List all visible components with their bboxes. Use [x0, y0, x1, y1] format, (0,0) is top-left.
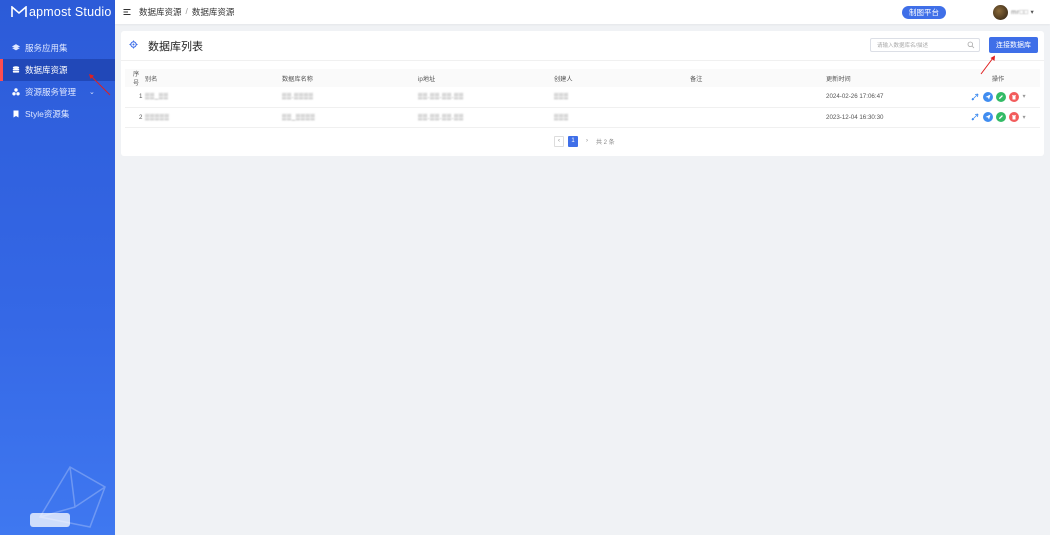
send-icon[interactable] [983, 112, 994, 122]
send-icon[interactable] [983, 91, 994, 102]
logo-m-icon [11, 6, 27, 17]
user-menu[interactable]: mr□□ ▾ [1011, 8, 1034, 17]
col-db-name: 数据库名称 [282, 69, 418, 87]
cell-index: 2 [125, 107, 145, 128]
table-row: 1 ▒▒_▒▒ ▒▒.▒▒▒▒ ▒▒.▒▒.▒▒.▒▒ ▒▒▒ 2024-02-… [125, 87, 1040, 108]
sidebar-blur-block [30, 513, 70, 527]
next-page-button[interactable]: › [582, 136, 592, 147]
sidebar-item-label: 数据库资源 [25, 65, 68, 75]
annotation-arrow [89, 74, 111, 96]
cell-alias: ▒▒▒▒▒ [145, 107, 282, 128]
database-icon [12, 66, 20, 74]
sidebar-item-style-resources[interactable]: Style资源集 [0, 103, 115, 125]
col-alias: 别名 [145, 69, 282, 87]
breadcrumb-item-current: 数据库资源 [191, 7, 235, 17]
search-icon[interactable] [967, 41, 975, 49]
total-count: 共 2 条 [596, 139, 615, 146]
database-table: 序号 别名 数据库名称 ip地址 创建人 备注 更新时间 操作 1 ▒▒_▒▒ … [125, 69, 1040, 128]
cluster-icon [12, 88, 20, 96]
top-bar: 数据库资源 / 数据库资源 制图平台 mr□□ ▾ [115, 0, 1050, 24]
sidebar-item-label: Style资源集 [25, 109, 70, 119]
breadcrumb: 数据库资源 / 数据库资源 [139, 6, 234, 18]
cell-updated: 2024-02-26 17:06:47 [826, 87, 956, 108]
cell-creator: ▒▒▒ [554, 87, 690, 108]
table-header-row: 序号 别名 数据库名称 ip地址 创建人 备注 更新时间 操作 [125, 69, 1040, 87]
sidebar-item-service-apps[interactable]: 服务应用集 [0, 37, 115, 59]
delete-icon[interactable] [1009, 91, 1020, 102]
col-remark: 备注 [690, 69, 826, 87]
search-placeholder: 请输入数据库名/描述 [877, 43, 929, 49]
chevron-down-icon[interactable]: ▾ [1022, 114, 1025, 121]
rocket-icon[interactable] [970, 112, 980, 122]
cell-creator: ▒▒▒ [554, 107, 690, 128]
cell-index: 1 [125, 87, 145, 108]
prev-page-button[interactable]: ‹ [554, 135, 564, 147]
app-title: apmost Studio [29, 5, 112, 19]
col-index: 序号 [125, 69, 145, 87]
cell-ip: ▒▒.▒▒.▒▒.▒▒ [418, 87, 554, 108]
username: mr□□ [1011, 8, 1029, 16]
cell-remark [690, 87, 826, 108]
avatar[interactable] [993, 5, 1008, 20]
sidebar-item-label: 服务应用集 [25, 43, 68, 53]
delete-icon[interactable] [1009, 112, 1020, 122]
layers-icon [12, 44, 20, 52]
col-ip: ip地址 [418, 69, 554, 87]
annotation-arrow [980, 55, 995, 75]
cell-remark [690, 107, 826, 128]
connect-database-button[interactable]: 连接数据库 [989, 37, 1038, 53]
col-updated: 更新时间 [826, 69, 956, 87]
cell-ip: ▒▒.▒▒.▒▒.▒▒ [418, 107, 554, 128]
settings-gear-icon [129, 40, 138, 51]
search-input[interactable]: 请输入数据库名/描述 [870, 38, 980, 52]
menu-toggle-icon[interactable] [123, 8, 131, 16]
cell-updated: 2023-12-04 16:30:30 [826, 107, 956, 128]
card-header: 数据库列表 请输入数据库名/描述 连接数据库 [121, 31, 1044, 61]
app-logo[interactable]: apmost Studio [0, 0, 115, 24]
bookmark-icon [12, 110, 20, 118]
mapping-platform-button[interactable]: 制图平台 [902, 6, 946, 19]
page-title: 数据库列表 [148, 40, 203, 53]
table-row: 2 ▒▒▒▒▒ ▒▒_▒▒▒▒ ▒▒.▒▒.▒▒.▒▒ ▒▒▒ 2023-12-… [125, 107, 1040, 128]
page-number-button[interactable]: 1 [568, 135, 578, 147]
cell-actions: ▾ [956, 87, 1040, 108]
col-actions: 操作 [956, 69, 1040, 87]
breadcrumb-separator: / [185, 6, 188, 16]
sidebar-item-label: 资源服务管理 [25, 87, 77, 97]
chevron-down-icon[interactable]: ▾ [1022, 93, 1025, 100]
edit-icon[interactable] [996, 112, 1007, 122]
cell-db-name: ▒▒.▒▒▒▒ [282, 87, 418, 108]
cell-actions: ▾ [956, 107, 1040, 128]
cell-db-name: ▒▒_▒▒▒▒ [282, 107, 418, 128]
cell-alias: ▒▒_▒▒ [145, 87, 282, 108]
breadcrumb-item[interactable]: 数据库资源 [139, 6, 182, 18]
col-creator: 创建人 [554, 69, 690, 87]
pagination: ‹ 1 › 共 2 条 [554, 135, 615, 147]
rocket-icon[interactable] [970, 92, 980, 102]
edit-icon[interactable] [996, 91, 1007, 102]
caret-down-icon: ▾ [1030, 9, 1034, 16]
